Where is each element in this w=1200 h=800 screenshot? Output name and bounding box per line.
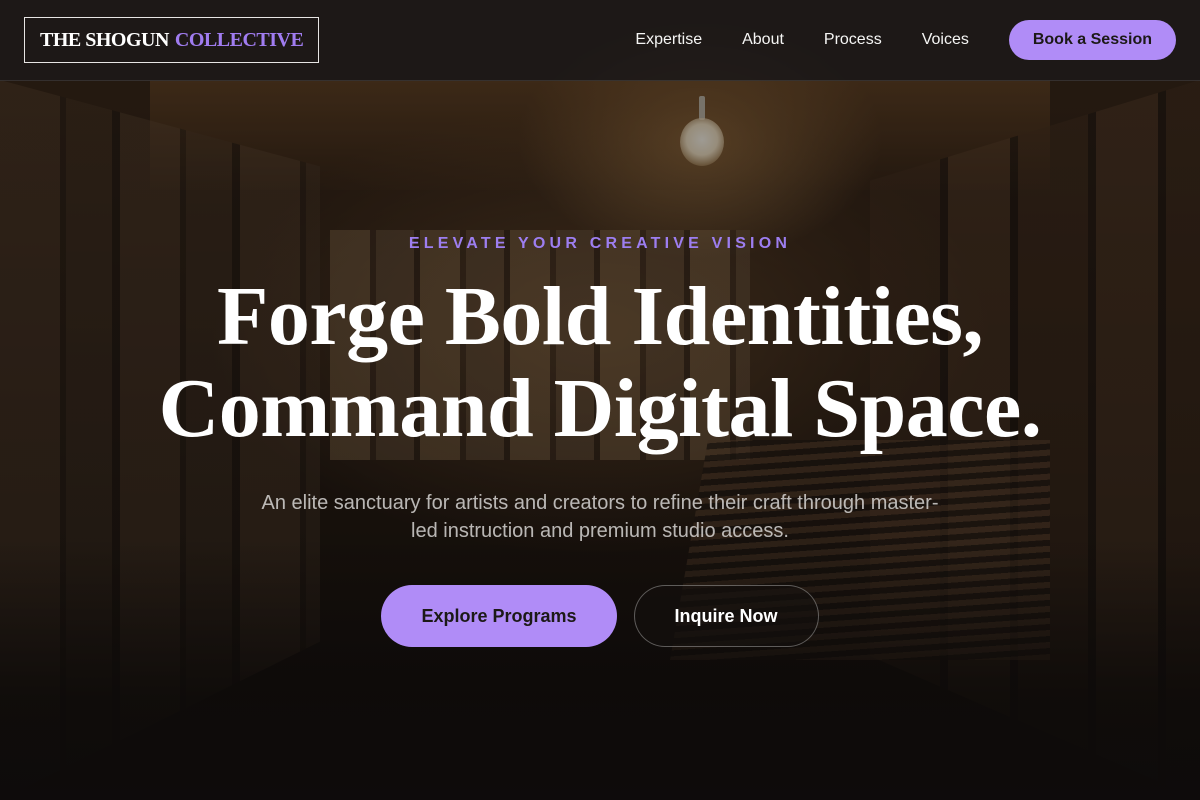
- nav-item-process[interactable]: Process: [824, 31, 882, 49]
- nav-item-about[interactable]: About: [742, 31, 784, 49]
- hero-actions: Explore Programs Inquire Now: [0, 585, 1200, 647]
- explore-programs-button[interactable]: Explore Programs: [381, 585, 617, 647]
- hero-headline: Forge Bold Identities, Command Digital S…: [0, 271, 1200, 455]
- brand-name-accent: COLLECTIVE: [174, 28, 304, 51]
- hero-section: ELEVATE YOUR CREATIVE VISION Forge Bold …: [0, 81, 1200, 800]
- inquire-now-button[interactable]: Inquire Now: [633, 585, 819, 647]
- hero-subtitle: An elite sanctuary for artists and creat…: [261, 492, 939, 542]
- main-nav: Expertise About Process Voices: [635, 31, 968, 49]
- headline-line-1: Forge Bold Identities,: [217, 270, 983, 363]
- hero-eyebrow: ELEVATE YOUR CREATIVE VISION: [408, 235, 792, 252]
- nav-item-expertise[interactable]: Expertise: [635, 31, 702, 49]
- book-session-button[interactable]: Book a Session: [1008, 20, 1176, 60]
- nav-item-voices[interactable]: Voices: [922, 31, 969, 49]
- brand-logo[interactable]: THE SHOGUN COLLECTIVE: [24, 17, 320, 63]
- headline-line-2: Command Digital Space.: [158, 362, 1042, 455]
- brand-name-primary: THE SHOGUN: [40, 28, 169, 51]
- site-header: THE SHOGUN COLLECTIVE Expertise About Pr…: [0, 0, 1200, 81]
